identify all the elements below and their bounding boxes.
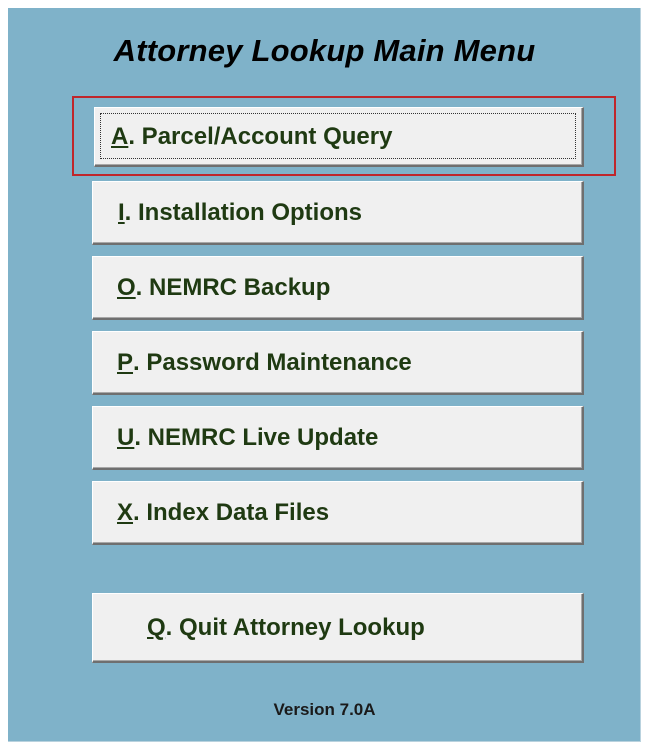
button-label: . NEMRC Backup (135, 273, 331, 301)
nemrc-backup-button[interactable]: O . NEMRC Backup (92, 256, 584, 320)
quit-attorney-lookup-button[interactable]: Q . Quit Attorney Lookup (92, 593, 584, 663)
button-label: . Installation Options (124, 198, 363, 226)
button-label: . Quit Attorney Lookup (165, 613, 425, 641)
button-label: . Index Data Files (133, 498, 330, 526)
installation-options-button[interactable]: I . Installation Options (92, 181, 584, 245)
hotkey-label: A (111, 122, 129, 150)
version-label: Version 7.0A (273, 700, 376, 719)
index-data-files-button[interactable]: X . Index Data Files (92, 481, 584, 545)
hotkey-label: O (117, 273, 136, 301)
nemrc-live-update-button[interactable]: U . NEMRC Live Update (92, 406, 584, 470)
button-label: . Password Maintenance (133, 348, 412, 376)
hotkey-label: X (117, 498, 134, 526)
hotkey-label: Q (147, 613, 166, 641)
hotkey-label: I (118, 198, 125, 226)
button-label: . Parcel/Account Query (128, 122, 393, 150)
button-label: . NEMRC Live Update (134, 423, 379, 451)
hotkey-label: U (117, 423, 135, 451)
page-title: Attorney Lookup Main Menu (113, 33, 536, 68)
password-maintenance-button[interactable]: P . Password Maintenance (92, 331, 584, 395)
parcel-account-query-button[interactable]: A . Parcel/Account Query (94, 107, 584, 167)
hotkey-label: P (117, 348, 134, 376)
